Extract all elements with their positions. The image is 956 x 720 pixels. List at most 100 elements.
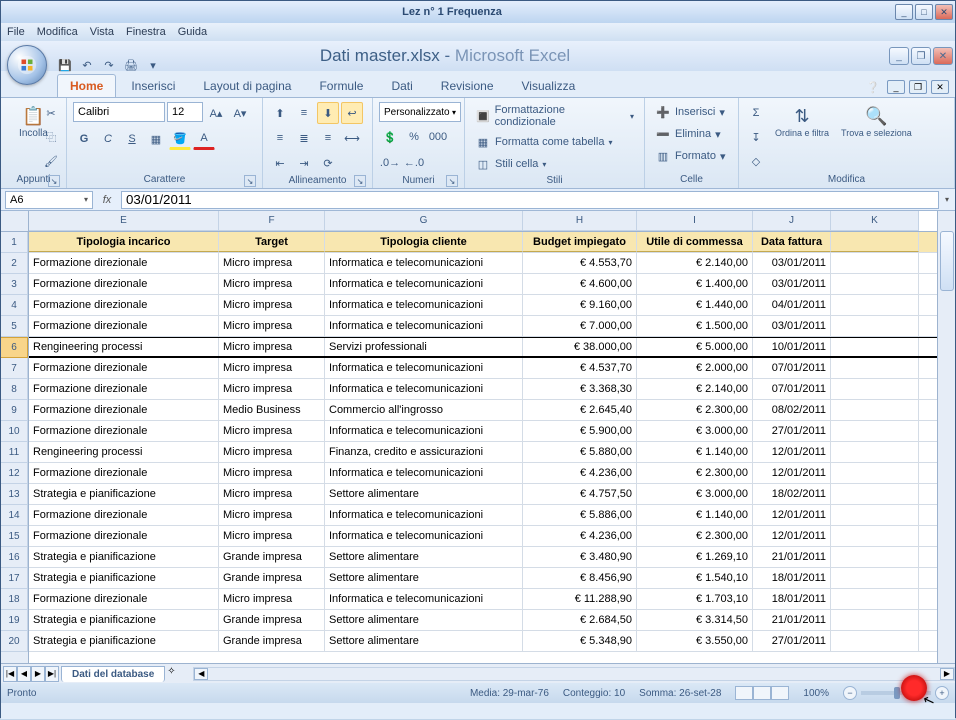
cell[interactable]: Grande impresa xyxy=(219,547,325,567)
cell[interactable]: Settore alimentare xyxy=(325,568,523,588)
table-row[interactable]: Formazione direzionaleMicro impresaInfor… xyxy=(29,421,937,442)
cell[interactable]: Micro impresa xyxy=(219,295,325,315)
header-cell[interactable] xyxy=(831,232,919,252)
table-row[interactable]: Formazione direzionaleMedio BusinessComm… xyxy=(29,400,937,421)
cell[interactable]: Micro impresa xyxy=(219,463,325,483)
comma-format-icon[interactable]: 000 xyxy=(427,126,449,148)
column-header-G[interactable]: G xyxy=(325,211,523,231)
cell[interactable] xyxy=(831,631,919,651)
table-row[interactable]: Strategia e pianificazioneGrande impresa… xyxy=(29,547,937,568)
cell[interactable]: € 3.314,50 xyxy=(637,610,753,630)
excel-restore-button[interactable]: ❐ xyxy=(911,47,931,65)
accounting-format-icon[interactable]: 💲 xyxy=(379,126,401,148)
cell[interactable]: 18/01/2011 xyxy=(753,568,831,588)
row-header[interactable]: 16 xyxy=(1,547,28,568)
tab-formule[interactable]: Formule xyxy=(306,74,376,97)
cell[interactable]: € 3.480,90 xyxy=(523,547,637,567)
cell[interactable] xyxy=(831,379,919,399)
column-header-I[interactable]: I xyxy=(637,211,753,231)
align-middle-icon[interactable]: ≡ xyxy=(293,102,315,124)
cell[interactable]: € 4.757,50 xyxy=(523,484,637,504)
row-header[interactable]: 10 xyxy=(1,421,28,442)
row-header[interactable]: 12 xyxy=(1,463,28,484)
cell[interactable]: 27/01/2011 xyxy=(753,421,831,441)
menu-vista[interactable]: Vista xyxy=(90,26,114,38)
cell[interactable]: Micro impresa xyxy=(219,338,325,356)
cell[interactable]: Informatica e telecomunicazioni xyxy=(325,463,523,483)
cell[interactable]: € 5.880,00 xyxy=(523,442,637,462)
tab-visualizza[interactable]: Visualizza xyxy=(509,74,589,97)
row-header[interactable]: 20 xyxy=(1,631,28,652)
close-button[interactable]: ✕ xyxy=(935,4,953,20)
cell[interactable]: Informatica e telecomunicazioni xyxy=(325,505,523,525)
header-cell[interactable]: Tipologia incarico xyxy=(29,232,219,252)
table-row[interactable]: Strategia e pianificazioneGrande impresa… xyxy=(29,568,937,589)
cell[interactable]: Rengineering processi xyxy=(29,338,219,356)
cell[interactable]: 18/01/2011 xyxy=(753,589,831,609)
cell[interactable]: Micro impresa xyxy=(219,505,325,525)
bold-button[interactable]: G xyxy=(73,128,95,150)
cell[interactable] xyxy=(831,316,919,336)
cell[interactable]: € 1.400,00 xyxy=(637,274,753,294)
fx-icon[interactable]: fx xyxy=(93,194,121,206)
header-cell[interactable]: Budget impiegato xyxy=(523,232,637,252)
align-top-icon[interactable]: ⬆ xyxy=(269,102,291,124)
cell[interactable] xyxy=(831,358,919,378)
maximize-button[interactable]: □ xyxy=(915,4,933,20)
cell[interactable]: € 1.269,10 xyxy=(637,547,753,567)
allineamento-dialog-icon[interactable]: ↘ xyxy=(354,175,366,187)
header-cell[interactable]: Data fattura xyxy=(753,232,831,252)
cell[interactable] xyxy=(831,526,919,546)
row-header[interactable]: 17 xyxy=(1,568,28,589)
qat-undo-icon[interactable]: ↶ xyxy=(77,55,97,75)
cell[interactable]: Micro impresa xyxy=(219,358,325,378)
zoom-in-button[interactable]: + xyxy=(935,686,949,700)
cell[interactable]: € 1.140,00 xyxy=(637,442,753,462)
shrink-font-icon[interactable]: A▾ xyxy=(229,102,251,124)
cell[interactable]: € 3.000,00 xyxy=(637,484,753,504)
delete-cells-button[interactable]: ➖Elimina ▾ xyxy=(651,124,725,144)
cell[interactable] xyxy=(831,274,919,294)
cell[interactable]: 12/01/2011 xyxy=(753,505,831,525)
row-header[interactable]: 6 xyxy=(1,337,28,358)
cell[interactable]: Formazione direzionale xyxy=(29,274,219,294)
table-row[interactable]: Rengineering processiMicro impresaFinanz… xyxy=(29,442,937,463)
qat-print-icon[interactable]: 🖨 xyxy=(121,55,141,75)
row-header[interactable]: 5 xyxy=(1,316,28,337)
cell[interactable]: € 2.000,00 xyxy=(637,358,753,378)
tab-nav-next-icon[interactable]: ▶ xyxy=(31,666,45,682)
row-header[interactable]: 19 xyxy=(1,610,28,631)
row-header[interactable]: 7 xyxy=(1,358,28,379)
orientation-icon[interactable]: ⟳ xyxy=(317,152,339,174)
row-header[interactable]: 3 xyxy=(1,274,28,295)
cell[interactable]: € 1.703,10 xyxy=(637,589,753,609)
table-row[interactable]: Formazione direzionaleMicro impresaInfor… xyxy=(29,316,937,337)
cell[interactable]: Formazione direzionale xyxy=(29,400,219,420)
cell[interactable] xyxy=(831,338,919,356)
cell[interactable]: € 2.684,50 xyxy=(523,610,637,630)
row-header[interactable]: 9 xyxy=(1,400,28,421)
cell[interactable]: Micro impresa xyxy=(219,253,325,273)
table-row[interactable]: Formazione direzionaleMicro impresaInfor… xyxy=(29,379,937,400)
menu-modifica[interactable]: Modifica xyxy=(37,26,78,38)
increase-decimal-icon[interactable]: .0→ xyxy=(379,152,401,174)
align-bottom-icon[interactable]: ⬇ xyxy=(317,102,339,124)
cell[interactable]: € 2.300,00 xyxy=(637,526,753,546)
cell[interactable]: € 1.500,00 xyxy=(637,316,753,336)
cell[interactable]: Micro impresa xyxy=(219,589,325,609)
cell[interactable]: Informatica e telecomunicazioni xyxy=(325,526,523,546)
row-header[interactable]: 18 xyxy=(1,589,28,610)
cell[interactable]: Formazione direzionale xyxy=(29,316,219,336)
table-row[interactable]: Formazione direzionaleMicro impresaInfor… xyxy=(29,526,937,547)
cell[interactable]: Settore alimentare xyxy=(325,610,523,630)
cell[interactable]: Informatica e telecomunicazioni xyxy=(325,421,523,441)
cell[interactable]: Informatica e telecomunicazioni xyxy=(325,316,523,336)
decrease-indent-icon[interactable]: ⇤ xyxy=(269,152,291,174)
cut-icon[interactable]: ✂ xyxy=(40,102,62,124)
cell[interactable]: Formazione direzionale xyxy=(29,505,219,525)
table-row[interactable]: Formazione direzionaleMicro impresaInfor… xyxy=(29,295,937,316)
workbook-minimize-button[interactable]: _ xyxy=(887,80,905,94)
table-row[interactable]: Formazione direzionaleMicro impresaInfor… xyxy=(29,505,937,526)
table-row[interactable]: Strategia e pianificazioneGrande impresa… xyxy=(29,631,937,652)
cell[interactable]: Settore alimentare xyxy=(325,484,523,504)
